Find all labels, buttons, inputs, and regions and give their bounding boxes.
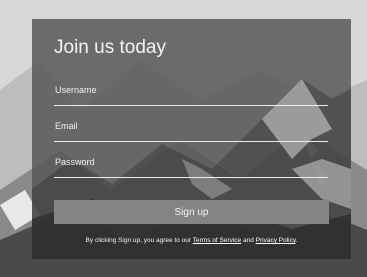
password-field[interactable]: Password	[54, 154, 328, 178]
terms-prefix: By clicking Sign up, you agree to our	[85, 237, 192, 244]
sign-up-button[interactable]: Sign up	[54, 200, 329, 224]
privacy-policy-link[interactable]: Privacy Policy	[256, 237, 296, 244]
terms-notice: By clicking Sign up, you agree to our Te…	[32, 237, 351, 244]
password-underline	[54, 177, 328, 178]
username-placeholder: Username	[55, 85, 97, 95]
email-placeholder: Email	[55, 121, 78, 131]
terms-suffix: .	[295, 237, 298, 244]
email-field[interactable]: Email	[54, 118, 328, 142]
email-underline	[54, 141, 328, 142]
signup-card: Join us today Username Email Password Si…	[32, 19, 351, 259]
username-field[interactable]: Username	[54, 82, 328, 106]
username-underline	[54, 105, 328, 106]
page-title: Join us today	[54, 37, 166, 58]
terms-and: and	[242, 237, 254, 244]
password-placeholder: Password	[55, 157, 95, 167]
terms-of-service-link[interactable]: Terms of Service	[193, 237, 241, 244]
